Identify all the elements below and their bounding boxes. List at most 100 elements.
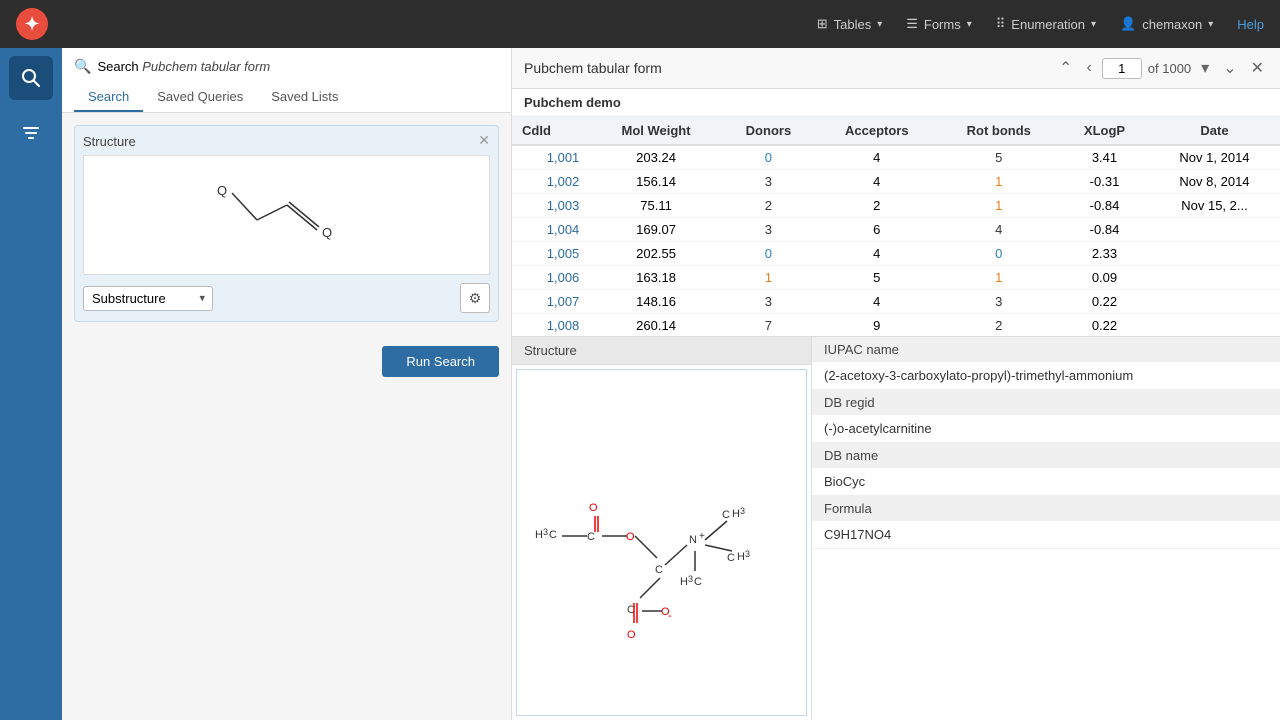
cell-cdid[interactable]: 1,002: [512, 170, 591, 194]
svg-text:O: O: [589, 502, 598, 514]
svg-text:O: O: [626, 531, 635, 543]
tab-search[interactable]: Search: [74, 83, 143, 112]
svg-text:+: +: [699, 531, 705, 542]
cell-cdid[interactable]: 1,004: [512, 218, 591, 242]
db-regid-value: (-)o-acetylcarnitine: [812, 415, 1280, 442]
cell-donors: 3: [721, 218, 816, 242]
cell-rot-bonds: 1: [938, 170, 1061, 194]
cell-acceptors: 4: [816, 290, 938, 314]
svg-text:C: C: [655, 564, 663, 576]
iupac-value: (2-acetoxy-3-carboxylato-propyl)-trimeth…: [812, 362, 1280, 389]
search-word: Search: [97, 59, 138, 74]
user-menu[interactable]: 👤 chemaxon ▾: [1120, 16, 1213, 32]
svg-text:3: 3: [688, 574, 693, 584]
cell-rot-bonds: 5: [938, 145, 1061, 170]
app-logo[interactable]: ✦: [16, 8, 48, 40]
table-row[interactable]: 1,004 169.07 3 6 4 -0.84: [512, 218, 1280, 242]
forms-label: Forms: [924, 17, 961, 32]
tables-caret-icon: ▾: [877, 19, 882, 30]
sidebar-icons: [0, 48, 62, 720]
formula-value: C9H17NO4: [812, 521, 1280, 548]
cell-rot-bonds: 3: [938, 290, 1061, 314]
table-row[interactable]: 1,006 163.18 1 5 1 0.09: [512, 266, 1280, 290]
col-rot-bonds: Rot bonds: [938, 117, 1061, 145]
tab-saved-lists[interactable]: Saved Lists: [257, 83, 352, 112]
page-dropdown-btn[interactable]: ▾: [1197, 56, 1213, 80]
navbar: ✦ ⊞ Tables ▾ ☰ Forms ▾ ⠿ Enumeration ▾ 👤…: [0, 0, 1280, 48]
iupac-label: IUPAC name: [812, 337, 1280, 362]
collapse-down-btn[interactable]: ⌄: [1219, 56, 1240, 80]
cell-cdid[interactable]: 1,003: [512, 194, 591, 218]
cell-date: Nov 8, 2014: [1149, 170, 1280, 194]
cell-cdid[interactable]: 1,006: [512, 266, 591, 290]
svg-text:C: C: [549, 529, 557, 541]
col-donors: Donors: [721, 117, 816, 145]
iupac-field: IUPAC name (2-acetoxy-3-carboxylato-prop…: [812, 337, 1280, 390]
sidebar-filter-btn[interactable]: [9, 112, 53, 156]
cell-cdid[interactable]: 1,005: [512, 242, 591, 266]
cell-acceptors: 2: [816, 194, 938, 218]
structure-drawing[interactable]: Q Q: [83, 155, 490, 275]
forms-menu[interactable]: ☰ Forms ▾: [906, 16, 972, 32]
substructure-select-wrapper[interactable]: Substructure Exact Similarity: [83, 286, 213, 311]
cell-donors: 3: [721, 290, 816, 314]
cell-date: [1149, 314, 1280, 338]
table-row[interactable]: 1,007 148.16 3 4 3 0.22: [512, 290, 1280, 314]
cell-rot-bonds: 4: [938, 218, 1061, 242]
table-panel-title: Pubchem tabular form: [524, 60, 662, 76]
table-row[interactable]: 1,005 202.55 0 4 0 2.33: [512, 242, 1280, 266]
cell-acceptors: 5: [816, 266, 938, 290]
svg-text:H: H: [535, 529, 543, 541]
svg-text:Q: Q: [322, 225, 332, 240]
detail-info-panel[interactable]: IUPAC name (2-acetoxy-3-carboxylato-prop…: [812, 337, 1280, 720]
help-link[interactable]: Help: [1237, 17, 1264, 32]
cell-cdid[interactable]: 1,001: [512, 145, 591, 170]
cell-cdid[interactable]: 1,007: [512, 290, 591, 314]
forms-icon: ☰: [906, 16, 918, 32]
user-label: chemaxon: [1142, 17, 1202, 32]
pubchem-demo-label: Pubchem demo: [512, 89, 1280, 117]
cell-cdid[interactable]: 1,008: [512, 314, 591, 338]
prev-page-btn[interactable]: ‹: [1082, 57, 1095, 79]
tab-saved-queries[interactable]: Saved Queries: [143, 83, 257, 112]
table-body: 1,001 203.24 0 4 5 3.41 Nov 1, 2014 1,00…: [512, 145, 1280, 337]
cell-xlogp: -0.31: [1060, 170, 1149, 194]
cell-acceptors: 9: [816, 314, 938, 338]
substructure-select[interactable]: Substructure Exact Similarity: [83, 286, 213, 311]
db-regid-field: DB regid (-)o-acetylcarnitine: [812, 390, 1280, 443]
search-bar: 🔍 Search Pubchem tabular form: [74, 58, 499, 75]
svg-text:H: H: [737, 551, 745, 563]
collapse-up-btn[interactable]: ⌃: [1055, 56, 1076, 80]
run-search-button[interactable]: Run Search: [382, 346, 499, 377]
cell-acceptors: 4: [816, 242, 938, 266]
enumeration-menu[interactable]: ⠿ Enumeration ▾: [996, 16, 1096, 32]
col-cdid: CdId: [512, 117, 591, 145]
cell-date: [1149, 242, 1280, 266]
cell-donors: 3: [721, 170, 816, 194]
cell-donors: 7: [721, 314, 816, 338]
cell-date: [1149, 266, 1280, 290]
cell-donors: 2: [721, 194, 816, 218]
table-row[interactable]: 1,002 156.14 3 4 1 -0.31 Nov 8, 2014: [512, 170, 1280, 194]
cell-donors: 1: [721, 266, 816, 290]
page-number-input[interactable]: [1102, 58, 1142, 79]
table-row[interactable]: 1,001 203.24 0 4 5 3.41 Nov 1, 2014: [512, 145, 1280, 170]
search-icon: 🔍: [74, 58, 91, 75]
svg-text:-: -: [668, 610, 672, 622]
navbar-right: ⊞ Tables ▾ ☰ Forms ▾ ⠿ Enumeration ▾ 👤 c…: [817, 16, 1264, 32]
table-row[interactable]: 1,008 260.14 7 9 2 0.22: [512, 314, 1280, 338]
search-name-text: Pubchem tabular form: [142, 59, 270, 74]
structure-close-btn[interactable]: ✕: [478, 132, 490, 149]
table-row[interactable]: 1,003 75.11 2 2 1 -0.84 Nov 15, 2...: [512, 194, 1280, 218]
table-container[interactable]: CdId Mol Weight Donors Acceptors Rot bon…: [512, 117, 1280, 337]
sidebar-search-btn[interactable]: [9, 56, 53, 100]
close-panel-btn[interactable]: ✕: [1247, 56, 1268, 80]
cell-mol-weight: 75.11: [591, 194, 721, 218]
search-tabs: Search Saved Queries Saved Lists: [74, 83, 499, 112]
cell-xlogp: 2.33: [1060, 242, 1149, 266]
cell-rot-bonds: 1: [938, 266, 1061, 290]
tables-menu[interactable]: ⊞ Tables ▾: [817, 16, 883, 32]
db-name-value: BioCyc: [812, 468, 1280, 495]
settings-btn[interactable]: ⚙: [460, 283, 490, 313]
search-header: 🔍 Search Pubchem tabular form Search Sav…: [62, 48, 511, 113]
